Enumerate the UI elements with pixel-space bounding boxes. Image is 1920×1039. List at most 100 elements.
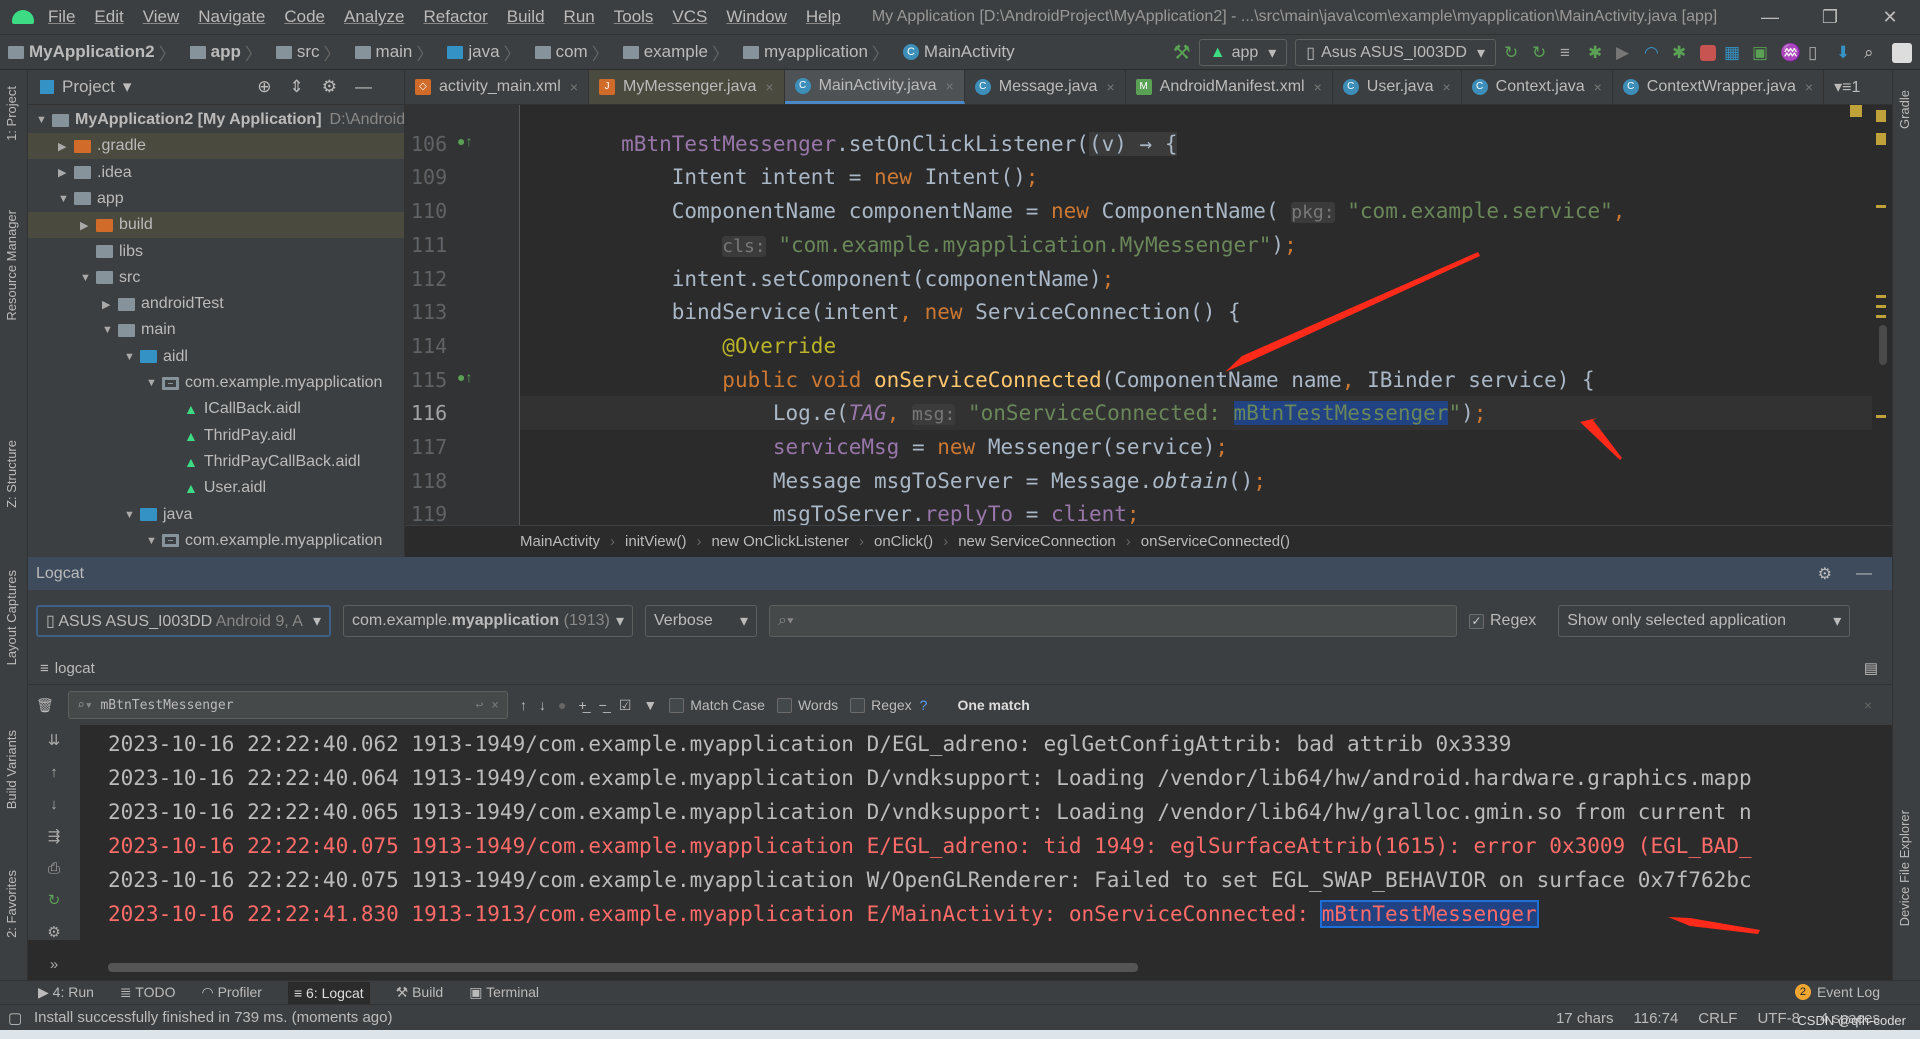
breadcrumb-item[interactable]: new OnClickListener <box>711 533 849 550</box>
chevron-right-icon[interactable]: ▶ <box>102 298 118 311</box>
close-button[interactable]: ✕ <box>1860 0 1920 35</box>
tab-mainactivity-java[interactable]: C MainActivity.java × <box>784 70 965 104</box>
tree-item[interactable]: ▼ app <box>28 186 124 212</box>
close-tab-icon[interactable]: × <box>1805 79 1813 95</box>
logcat-search-input[interactable]: ⌕▾ <box>769 605 1457 637</box>
hide-panel-icon[interactable]: — <box>1856 565 1872 583</box>
nav-crumb[interactable]: com 〉 <box>527 40 609 65</box>
search-icon[interactable]: ⌕ <box>1864 43 1884 63</box>
process-filter-select[interactable]: com.example.myapplication (1913) ▾ <box>343 605 633 637</box>
code-line[interactable]: public void onServiceConnected(Component… <box>520 363 1872 397</box>
breadcrumb-item[interactable]: initView() <box>625 533 686 550</box>
close-tab-icon[interactable]: × <box>1106 79 1114 95</box>
log-line[interactable]: 2023-10-16 22:22:40.075 1913-1949/com.ex… <box>108 863 1752 897</box>
next-match-icon[interactable]: ↓ <box>539 697 546 713</box>
close-find-icon[interactable]: × <box>1864 697 1872 713</box>
device-filter-select[interactable]: ▯ ASUS ASUS_I003DD Android 9, A ▾ <box>36 605 331 637</box>
code-line[interactable]: serviceMsg = new Messenger(service); <box>520 430 1872 464</box>
tree-item[interactable]: ▲ User.aidl <box>28 475 266 501</box>
run-list-icon[interactable]: ≡ <box>1560 43 1580 63</box>
nav-crumb[interactable]: java 〉 <box>439 40 521 65</box>
menu-navigate[interactable]: Navigate <box>198 7 265 26</box>
override-marker-icon[interactable]: ●↑ <box>457 369 472 385</box>
log-level-select[interactable]: Verbose ▾ <box>645 605 757 637</box>
log-line[interactable]: 2023-10-16 22:22:40.062 1913-1949/com.ex… <box>108 727 1511 761</box>
menu-help[interactable]: Help <box>806 7 841 26</box>
tool-tab-favorites[interactable]: 2: Favorites <box>4 870 19 938</box>
code-line[interactable]: @Override <box>520 329 1872 363</box>
tree-item[interactable]: ▼ com.example.myapplication <box>28 528 382 554</box>
tree-item[interactable]: ▶ build <box>28 212 404 239</box>
menu-refactor[interactable]: Refactor <box>423 7 487 26</box>
bottom-tab-build[interactable]: ⚒ Build <box>396 984 444 1001</box>
breadcrumb-item[interactable]: onServiceConnected() <box>1141 533 1290 550</box>
apply-code-changes-icon[interactable]: ↻ <box>1532 43 1552 63</box>
tree-item[interactable]: ▲ ICallBack.aidl <box>28 396 301 422</box>
tab-mymessenger-java[interactable]: J MyMessenger.java × <box>589 70 785 104</box>
menu-tools[interactable]: Tools <box>614 7 654 26</box>
settings-gear-icon[interactable]: ⚙ <box>1818 564 1832 584</box>
chevron-right-icon[interactable]: ▶ <box>80 219 96 232</box>
tree-item[interactable]: ▶ .idea <box>28 160 132 186</box>
tool-tab-build-variants[interactable]: Build Variants <box>4 730 19 809</box>
menu-code[interactable]: Code <box>284 7 325 26</box>
tree-item[interactable]: ▼ main <box>28 317 176 343</box>
tree-item[interactable]: ▼ aidl <box>28 344 188 370</box>
tree-item[interactable]: ▲ ThridPay.aidl <box>28 423 296 449</box>
logcat-horizontal-scrollbar[interactable] <box>108 963 1138 972</box>
tree-item[interactable]: ▼ src <box>28 265 140 291</box>
close-tab-icon[interactable]: × <box>570 79 578 95</box>
tab-androidmanifest-xml[interactable]: M AndroidManifest.xml × <box>1126 70 1333 104</box>
build-hammer-icon[interactable]: ⚒ <box>1173 40 1191 65</box>
line-separator[interactable]: CRLF <box>1698 1010 1737 1027</box>
code-line[interactable]: ComponentName componentName = new Compon… <box>520 194 1872 228</box>
chevron-down-icon[interactable]: ▼ <box>58 193 74 205</box>
nav-crumb[interactable]: main 〉 <box>347 40 433 65</box>
chevron-down-icon[interactable]: ▼ <box>124 509 140 521</box>
sdk-manager-icon[interactable]: ⬇ <box>1836 43 1856 63</box>
logcat-tab[interactable]: logcat <box>55 660 95 677</box>
filter-mode-select[interactable]: Show only selected application ▾ <box>1558 605 1851 637</box>
regex-checkbox[interactable]: ✓ <box>1469 613 1484 629</box>
chevron-down-icon[interactable]: ▼ <box>124 351 140 363</box>
tool-tab-structure[interactable]: Z: Structure <box>4 440 19 508</box>
select-all-icon[interactable]: ☑ <box>619 697 632 714</box>
tree-item[interactable]: ▼ MyApplication2 [My Application] D:\Andro… <box>28 107 404 133</box>
layout-icon[interactable]: ▤ <box>1864 659 1878 677</box>
code-line[interactable]: intent.setComponent(componentName); <box>520 262 1872 296</box>
sync-icon[interactable]: ▣ <box>1752 43 1772 63</box>
menu-file[interactable]: File <box>48 7 75 26</box>
code-line[interactable]: cls: "com.example.myapplication.MyMessen… <box>520 228 1872 262</box>
nav-crumb[interactable]: app 〉 <box>182 40 262 65</box>
tree-item[interactable]: ▶ .gradle <box>28 133 404 160</box>
project-view-select[interactable]: Project <box>62 77 115 97</box>
run-config-select[interactable]: ▲ app ▾ <box>1198 39 1288 66</box>
bottom-tab-profiler[interactable]: ◠ Profiler <box>201 984 261 1001</box>
log-line[interactable]: 2023-10-16 22:22:41.830 1913-1913/com.ex… <box>108 897 1539 931</box>
apply-changes-icon[interactable]: ↻ <box>1504 43 1524 63</box>
avatar[interactable] <box>1892 42 1912 63</box>
find-input[interactable]: ⌕▾ mBtnTestMessenger ↩ × <box>68 691 508 719</box>
close-tab-icon[interactable]: × <box>1442 79 1450 95</box>
tree-item[interactable]: ▼ java <box>28 502 192 528</box>
stop-icon[interactable] <box>1700 44 1716 61</box>
code-line[interactable]: mBtnTestMessenger.setOnClickListener((v)… <box>520 127 1872 161</box>
breadcrumb-item[interactable]: onClick() <box>874 533 933 550</box>
tool-tab-project[interactable]: 1: Project <box>4 86 19 141</box>
nav-crumb[interactable]: C MainActivity <box>895 42 1015 62</box>
chevron-down-icon[interactable]: ▼ <box>36 114 52 126</box>
tool-tab-layout-captures[interactable]: Layout Captures <box>4 570 19 665</box>
chevron-down-icon[interactable]: ▼ <box>146 535 162 547</box>
code-line[interactable]: msgToServer.replyTo = client; <box>520 497 1872 525</box>
nav-crumb[interactable]: myapplication 〉 <box>735 40 889 65</box>
avd-manager-icon[interactable]: ▯ <box>1808 43 1828 63</box>
tool-tab-resource-manager[interactable]: Resource Manager <box>4 210 19 321</box>
tab-activity_main-xml[interactable]: ◇ activity_main.xml × <box>405 70 589 104</box>
code-editor[interactable]: mBtnTestMessenger.setOnClickListener((v)… <box>520 105 1872 525</box>
tab-context-java[interactable]: C Context.java × <box>1462 70 1613 104</box>
breadcrumb-item[interactable]: new ServiceConnection <box>958 533 1116 550</box>
override-marker-icon[interactable]: ●↑ <box>457 133 472 149</box>
match-case-checkbox[interactable] <box>669 697 685 713</box>
code-line[interactable]: Log.e(TAG, msg: "onServiceConnected: mBt… <box>520 396 1872 431</box>
close-tab-icon[interactable]: × <box>1594 79 1602 95</box>
